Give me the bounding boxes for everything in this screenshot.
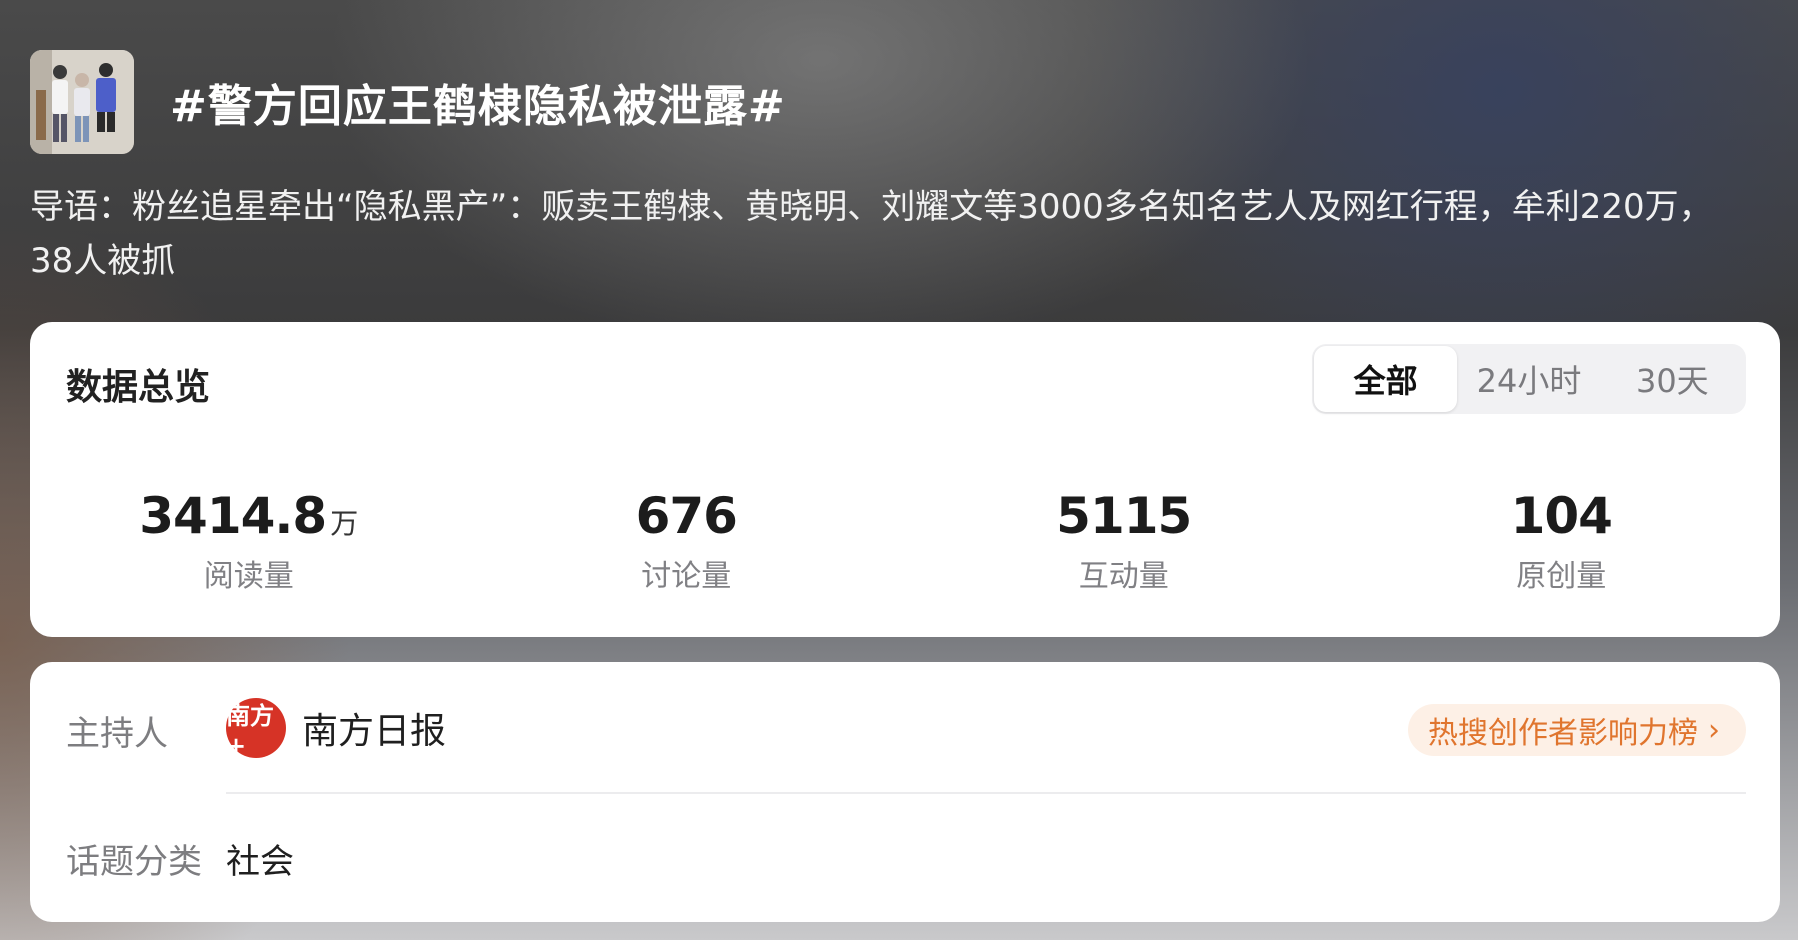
host-avatar[interactable]: 南方+ [226,698,286,760]
topic-intro: 导语：粉丝追星牵出“隐私黑产”：贩卖王鹤棣、黄晓明、刘耀文等3000多名知名艺人… [30,187,1713,281]
metrics-row: 3414.8 万 阅读量 676 讨论量 5115 互动量 104 原创量 [30,487,1780,595]
topic-page: #警方回应王鹤棣隐私被泄露# 导语：粉丝追星牵出“隐私黑产”：贩卖王鹤棣、黄晓明… [4,0,1798,940]
metric-discussions: 676 讨论量 [468,487,906,595]
metric-reads: 3414.8 万 阅读量 [30,487,468,595]
metric-label: 互动量 [1078,559,1169,594]
metric-value: 104 [1510,487,1613,545]
topic-header: #警方回应王鹤棣隐私被泄露# [30,50,786,154]
data-overview-card: 数据总览 全部 24小时 30天 3414.8 万 阅读量 676 讨论量 51… [30,322,1780,637]
topic-cover-image[interactable] [30,50,134,154]
metric-label: 阅读量 [203,559,294,594]
category-value[interactable]: 社会 [226,834,294,883]
metric-interactions: 5115 互动量 [905,487,1343,595]
rank-link-label: 热搜创作者影响力榜 [1428,716,1698,751]
chevron-right-icon: › [1708,712,1720,748]
divider [226,792,1746,794]
host-name[interactable]: 南方日报 [302,702,446,754]
topic-info-card: 主持人 南方+ 南方日报 热搜创作者影响力榜 › 话题分类 社会 [30,662,1780,922]
metric-label: 讨论量 [641,559,732,594]
host-label: 主持人 [66,714,168,754]
creator-influence-rank-link[interactable]: 热搜创作者影响力榜 › [1408,704,1746,756]
tab-30d[interactable]: 30天 [1601,346,1744,412]
metric-original-posts: 104 原创量 [1343,487,1781,595]
metric-unit: 万 [330,507,359,540]
host-profile[interactable]: 南方+ 南方日报 [226,698,446,760]
metric-value: 676 [635,487,738,545]
cover-photo-illustration [30,50,134,154]
tab-all[interactable]: 全部 [1314,346,1458,412]
data-overview-title: 数据总览 [66,367,211,408]
metric-value: 3414.8 [139,487,327,545]
topic-title: #警方回应王鹤棣隐私被泄露# [170,81,786,132]
tab-24h[interactable]: 24小时 [1457,346,1600,412]
category-label: 话题分类 [66,842,202,882]
metric-label: 原创量 [1516,559,1607,594]
metric-value: 5115 [1056,487,1192,545]
time-range-tabs: 全部 24小时 30天 [1312,344,1746,414]
